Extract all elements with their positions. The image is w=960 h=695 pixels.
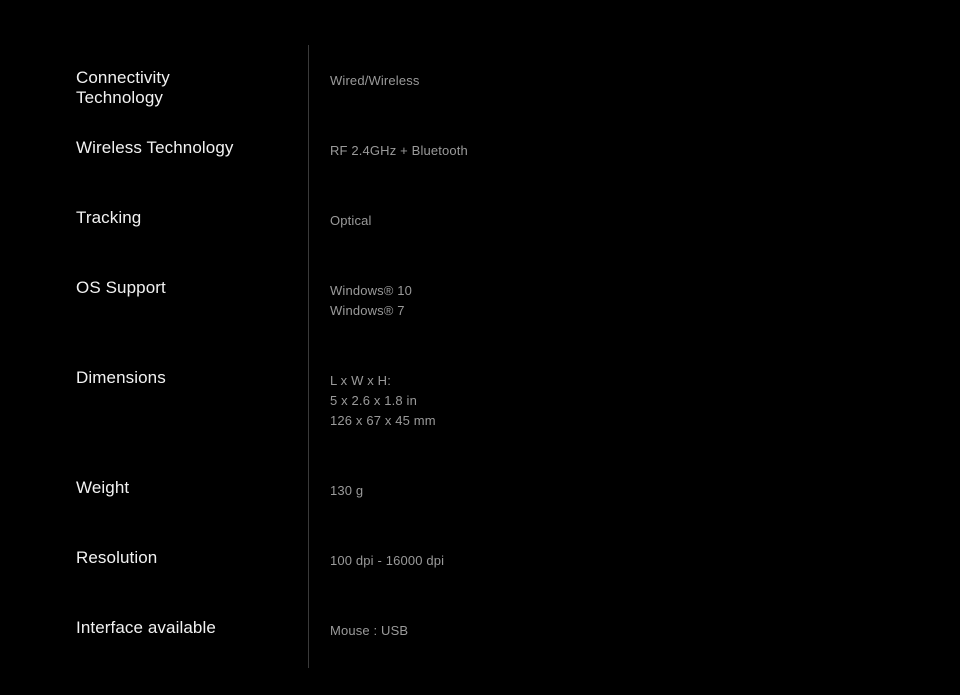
spec-label: Wireless Technology xyxy=(76,138,234,157)
spec-label: Resolution xyxy=(76,548,158,567)
spec-value: 100 dpi - 16000 dpi xyxy=(330,553,445,568)
spec-label: Tracking xyxy=(76,208,142,227)
spec-value: Mouse : USB xyxy=(330,623,409,638)
column-divider xyxy=(308,45,309,668)
spec-value: Optical xyxy=(330,213,372,228)
spec-label: Connectivity Technology xyxy=(76,68,170,107)
spec-value: Windows® 10 Windows® 7 xyxy=(330,283,413,318)
spec-value: RF 2.4GHz + Bluetooth xyxy=(330,143,468,158)
spec-value: 130 g xyxy=(330,483,364,498)
spec-label: Dimensions xyxy=(76,368,166,387)
spec-value: Wired/Wireless xyxy=(330,73,420,88)
spec-value: L x W x H: 5 x 2.6 x 1.8 in 126 x 67 x 4… xyxy=(330,373,436,428)
spec-label: Interface available xyxy=(76,618,216,637)
spec-label: Weight xyxy=(76,478,130,497)
specification-sheet: Connectivity Technology Wired/Wireless Wir… xyxy=(0,0,960,695)
spec-label: OS Support xyxy=(76,278,166,297)
